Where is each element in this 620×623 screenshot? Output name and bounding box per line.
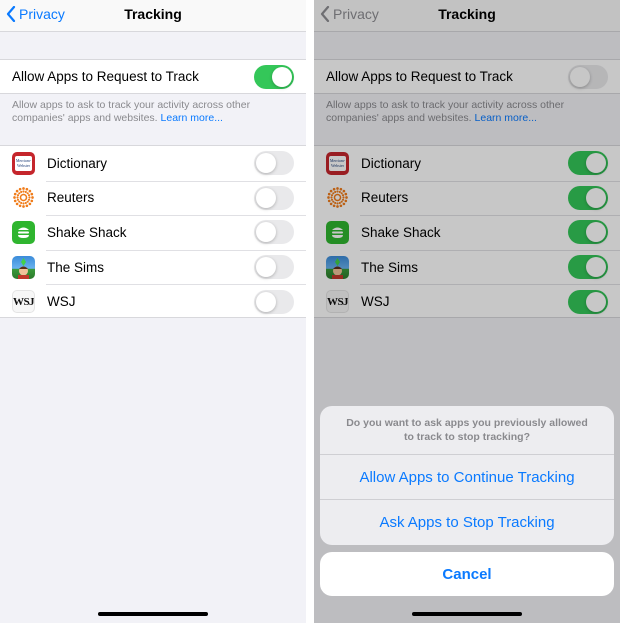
continue-tracking-button[interactable]: Allow Apps to Continue Tracking	[320, 455, 614, 500]
action-sheet-message: Do you want to ask apps you previously a…	[320, 406, 614, 455]
nav-bar: Privacy Tracking	[314, 0, 620, 32]
app-row: Merriam-Webster Dictionary	[0, 146, 306, 181]
nav-bar: Privacy Tracking	[0, 0, 306, 32]
toggle-knob	[256, 187, 276, 208]
toggle-knob	[256, 222, 276, 243]
shake-shack-icon	[326, 220, 349, 244]
home-indicator[interactable]	[98, 612, 208, 616]
toggle-knob	[586, 187, 606, 208]
app-tracking-toggle[interactable]	[254, 255, 294, 280]
app-tracking-toggle[interactable]	[254, 151, 294, 176]
wsj-icon-text: WSJ	[326, 295, 349, 308]
app-tracking-toggle[interactable]	[568, 151, 608, 176]
app-row: Reuters	[314, 180, 620, 216]
app-row: Shake Shack	[0, 215, 306, 250]
the-sims-icon	[326, 255, 349, 279]
dictionary-icon-text: Merriam-Webster	[15, 155, 32, 171]
dictionary-icon: Merriam-Webster	[326, 151, 349, 175]
toggle-knob	[586, 291, 606, 312]
app-tracking-toggle[interactable]	[568, 255, 608, 280]
left-screen: Privacy Tracking Allow Apps to Request t…	[0, 0, 306, 623]
right-screen: Privacy Tracking Allow Apps to Request t…	[314, 0, 620, 623]
app-tracking-toggle[interactable]	[568, 220, 608, 245]
allow-tracking-toggle[interactable]	[254, 64, 294, 89]
learn-more-link[interactable]: Learn more...	[161, 112, 223, 124]
toggle-knob	[256, 291, 276, 312]
reuters-icon	[12, 186, 35, 210]
app-row: WSJ WSJ	[0, 284, 306, 319]
action-sheet: Do you want to ask apps you previously a…	[320, 406, 614, 545]
learn-more-link[interactable]: Learn more...	[475, 112, 537, 124]
app-tracking-toggle[interactable]	[254, 289, 294, 314]
allow-tracking-row: Allow Apps to Request to Track	[0, 60, 306, 93]
toggle-knob	[256, 257, 276, 278]
toggle-knob	[586, 153, 606, 174]
app-row: Reuters	[0, 180, 306, 216]
apps-list: Merriam-Webster Dictionary Reuters Shake Sh…	[314, 145, 620, 318]
dictionary-icon-text: Merriam-Webster	[329, 155, 346, 171]
app-tracking-toggle[interactable]	[568, 289, 608, 314]
app-tracking-toggle[interactable]	[254, 185, 294, 210]
toggle-knob	[586, 222, 606, 243]
app-tracking-toggle[interactable]	[254, 220, 294, 245]
page-title: Tracking	[124, 6, 182, 22]
tracking-description: Allow apps to ask to track your activity…	[326, 99, 610, 125]
tracking-description: Allow apps to ask to track your activity…	[12, 99, 296, 125]
page-title: Tracking	[438, 6, 496, 22]
apps-list: Merriam-Webster Dictionary Reuters Shake Sh…	[0, 145, 306, 318]
dictionary-icon: Merriam-Webster	[12, 151, 35, 175]
app-row: Shake Shack	[314, 215, 620, 250]
the-sims-icon	[12, 255, 35, 279]
toggle-knob	[272, 66, 292, 87]
reuters-icon	[326, 186, 349, 210]
app-row: The Sims	[0, 249, 306, 285]
app-row: The Sims	[314, 249, 620, 285]
wsj-icon-text: WSJ	[12, 295, 35, 308]
allow-tracking-group: Allow Apps to Request to Track	[314, 59, 620, 94]
allow-tracking-group: Allow Apps to Request to Track	[0, 59, 306, 94]
cancel-button[interactable]: Cancel	[320, 552, 614, 596]
shake-shack-icon	[12, 220, 35, 244]
home-indicator[interactable]	[412, 612, 522, 616]
allow-tracking-row: Allow Apps to Request to Track	[314, 60, 620, 93]
toggle-knob	[570, 66, 590, 87]
toggle-knob	[586, 257, 606, 278]
app-tracking-toggle[interactable]	[568, 185, 608, 210]
toggle-knob	[256, 153, 276, 174]
wsj-icon: WSJ	[12, 290, 35, 314]
wsj-icon: WSJ	[326, 290, 349, 314]
allow-tracking-toggle[interactable]	[568, 64, 608, 89]
app-row: WSJ WSJ	[314, 284, 620, 319]
stop-tracking-button[interactable]: Ask Apps to Stop Tracking	[320, 500, 614, 545]
app-row: Merriam-Webster Dictionary	[314, 146, 620, 181]
